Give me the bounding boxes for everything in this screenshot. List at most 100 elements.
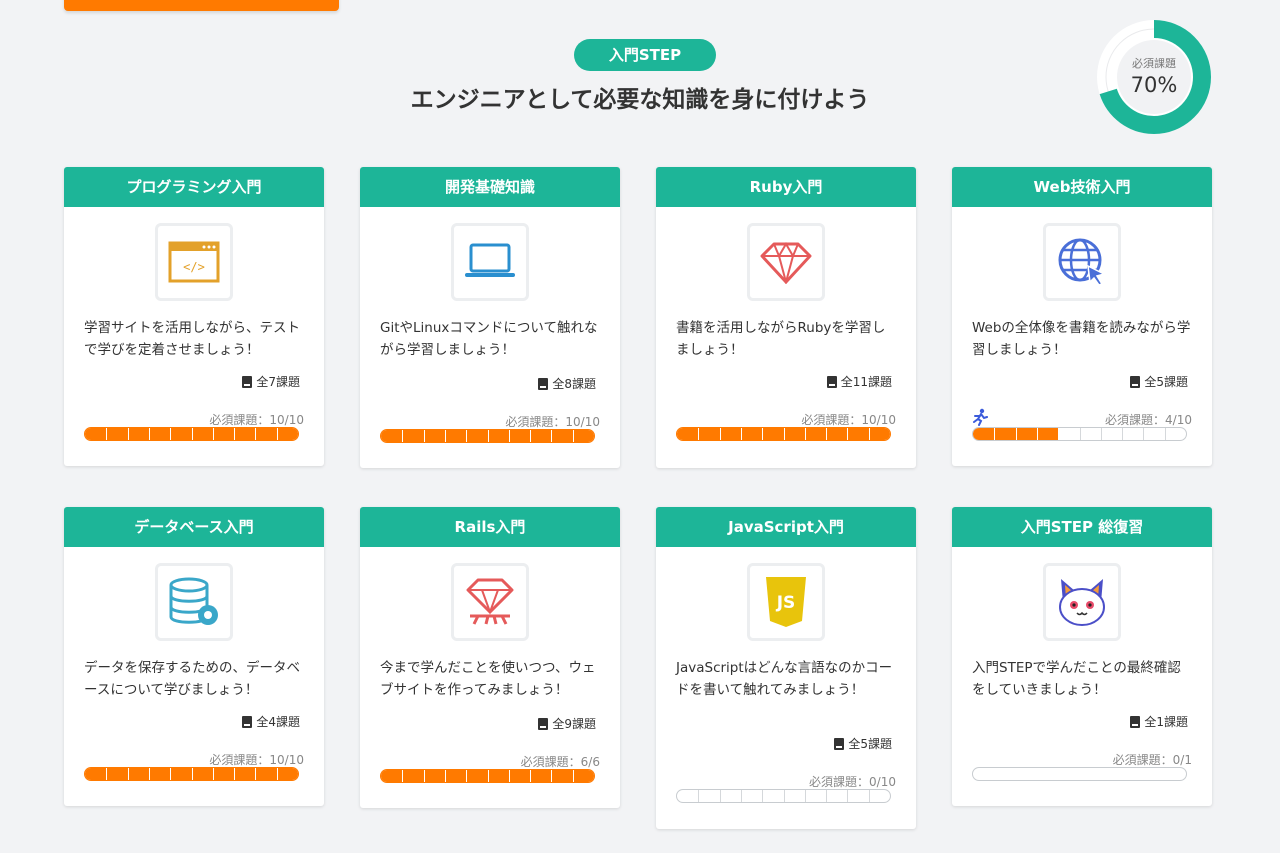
progress-segment-divider [276, 768, 278, 780]
progress-segment-divider [783, 790, 785, 802]
progress-segment-divider [508, 430, 510, 442]
progress-bar [380, 429, 595, 443]
progress-segment-divider [234, 768, 236, 780]
progress-segment-divider [487, 770, 489, 782]
database-gear-icon [169, 577, 218, 625]
task-count: 全9課題 [538, 715, 596, 732]
book-icon [826, 375, 837, 388]
course-card-dev-basics[interactable]: 開発基礎知識 GitやLinuxコマンドについて触れながら学習しましょう！ 全8… [360, 167, 620, 468]
task-count-label: 全1課題 [1144, 715, 1188, 729]
progress-segment-divider [402, 430, 404, 442]
progress-segment-divider [1164, 428, 1166, 440]
progress-segment-divider [740, 790, 742, 802]
required-progress-text: 必須課題：10/10 [505, 415, 600, 429]
task-count-label: 全11課題 [840, 375, 892, 389]
progress-segment-divider [106, 428, 108, 440]
progress-segment-divider [868, 790, 870, 802]
course-description: データを保存するための、データベースについて学びましょう！ [84, 660, 300, 698]
progress-segment-divider [572, 770, 574, 782]
rails-gem-icon [466, 578, 514, 625]
course-title: Rails入門 [360, 507, 620, 547]
task-count-label: 全5課題 [1144, 375, 1188, 389]
required-progress-text: 必須課題：4/10 [1105, 413, 1192, 427]
course-card-review[interactable]: 入門STEP 総復習 入門STEPで学んだことの最終確認をしていきましょう！ 全… [952, 507, 1212, 806]
donut-label: 必須課題 [1132, 57, 1176, 70]
progress-segment-divider [994, 428, 996, 440]
required-progress-text: 必須課題：10/10 [209, 753, 304, 767]
progress-segment-divider [127, 768, 129, 780]
svg-text:</>: </> [183, 260, 205, 274]
task-count-label: 全4課題 [256, 715, 300, 729]
course-card-database[interactable]: データベース入門 データを保存するための、データベースについて学びましょう！ 全… [64, 507, 324, 806]
code-window-icon: </> [168, 241, 220, 283]
course-title: JavaScript入門 [656, 507, 916, 547]
progress-bar [972, 767, 1187, 781]
progress-segment-divider [698, 790, 700, 802]
course-card-ruby[interactable]: Ruby入門 書籍を活用しながらRubyを学習しましょう！ 全11課題 必須課題… [656, 167, 916, 468]
progress-segment-divider [530, 770, 532, 782]
course-title: 入門STEP 総復習 [952, 507, 1212, 547]
progress-segment-divider [444, 770, 446, 782]
progress-segment-divider [127, 428, 129, 440]
progress-bar [972, 427, 1187, 441]
course-card-javascript[interactable]: JavaScript入門 JS JavaScriptはどんな言語なのかコードを書… [656, 507, 916, 829]
course-card-web-tech[interactable]: Web技術入門 Webの全体像を書籍を読みながら学習しましょう！ 全5課題 必須… [952, 167, 1212, 466]
course-title: データベース入門 [64, 507, 324, 547]
course-icon-frame [1043, 563, 1121, 641]
course-title: プログラミング入門 [64, 167, 324, 207]
book-icon [1130, 715, 1141, 728]
task-count: 全5課題 [1130, 373, 1188, 390]
course-card-rails[interactable]: Rails入門 今まで学んだことを使いつつ、ウェブサイトを作ってみましょう！ 全… [360, 507, 620, 808]
course-icon-frame [451, 563, 529, 641]
step-badge: 入門STEP [574, 39, 716, 71]
ruby-gem-icon [760, 242, 812, 284]
course-title: Ruby入門 [656, 167, 916, 207]
required-progress-text: 必須課題：0/1 [1112, 753, 1192, 767]
required-progress-donut: 必須課題 70% [1096, 19, 1212, 135]
task-count: 全8課題 [538, 375, 596, 392]
task-count: 全5課題 [834, 735, 892, 752]
course-card-programming[interactable]: プログラミング入門 </> 学習サイトを活用しながら、テストで学びを定着させまし… [64, 167, 324, 466]
task-count-label: 全9課題 [552, 717, 596, 731]
book-icon [538, 717, 549, 730]
book-icon [242, 375, 253, 388]
progress-segment-divider [191, 428, 193, 440]
progress-segment-divider [804, 428, 806, 440]
progress-segment-divider [804, 790, 806, 802]
progress-segment-divider [1079, 428, 1081, 440]
progress-segment-divider [719, 790, 721, 802]
progress-segment-divider [847, 428, 849, 440]
course-description: 入門STEPで学んだことの最終確認をしていきましょう！ [972, 660, 1181, 698]
progress-segment-divider [402, 770, 404, 782]
task-count-label: 全5課題 [848, 737, 892, 751]
course-description: 今まで学んだことを使いつつ、ウェブサイトを作ってみましょう！ [380, 660, 596, 698]
task-count: 全1課題 [1130, 713, 1188, 730]
course-icon-frame: </> [155, 223, 233, 301]
course-description: GitやLinuxコマンドについて触れながら学習しましょう！ [380, 320, 598, 358]
progress-segment-divider [444, 430, 446, 442]
required-progress-text: 必須課題：10/10 [209, 413, 304, 427]
globe-cursor-icon [1058, 238, 1107, 286]
progress-segment-divider [148, 428, 150, 440]
cat-mascot-icon [1059, 579, 1105, 626]
progress-segment-divider [212, 428, 214, 440]
progress-segment-divider [148, 768, 150, 780]
progress-segment-divider [1122, 428, 1124, 440]
progress-segment-divider [530, 430, 532, 442]
progress-segment-divider [423, 770, 425, 782]
task-count: 全11課題 [826, 373, 892, 390]
required-progress-text: 必須課題：6/6 [520, 755, 600, 769]
progress-segment-divider [826, 428, 828, 440]
progress-segment-divider [466, 770, 468, 782]
donut-value: 70% [1130, 73, 1178, 97]
course-title: Web技術入門 [952, 167, 1212, 207]
course-icon-frame [155, 563, 233, 641]
progress-segment-divider [255, 428, 257, 440]
progress-segment-divider [1143, 428, 1145, 440]
book-icon [834, 737, 845, 750]
progress-segment-divider [1100, 428, 1102, 440]
book-icon [242, 715, 253, 728]
progress-bar [676, 789, 891, 803]
progress-bar [380, 769, 595, 783]
required-progress-text: 必須課題：10/10 [801, 413, 896, 427]
